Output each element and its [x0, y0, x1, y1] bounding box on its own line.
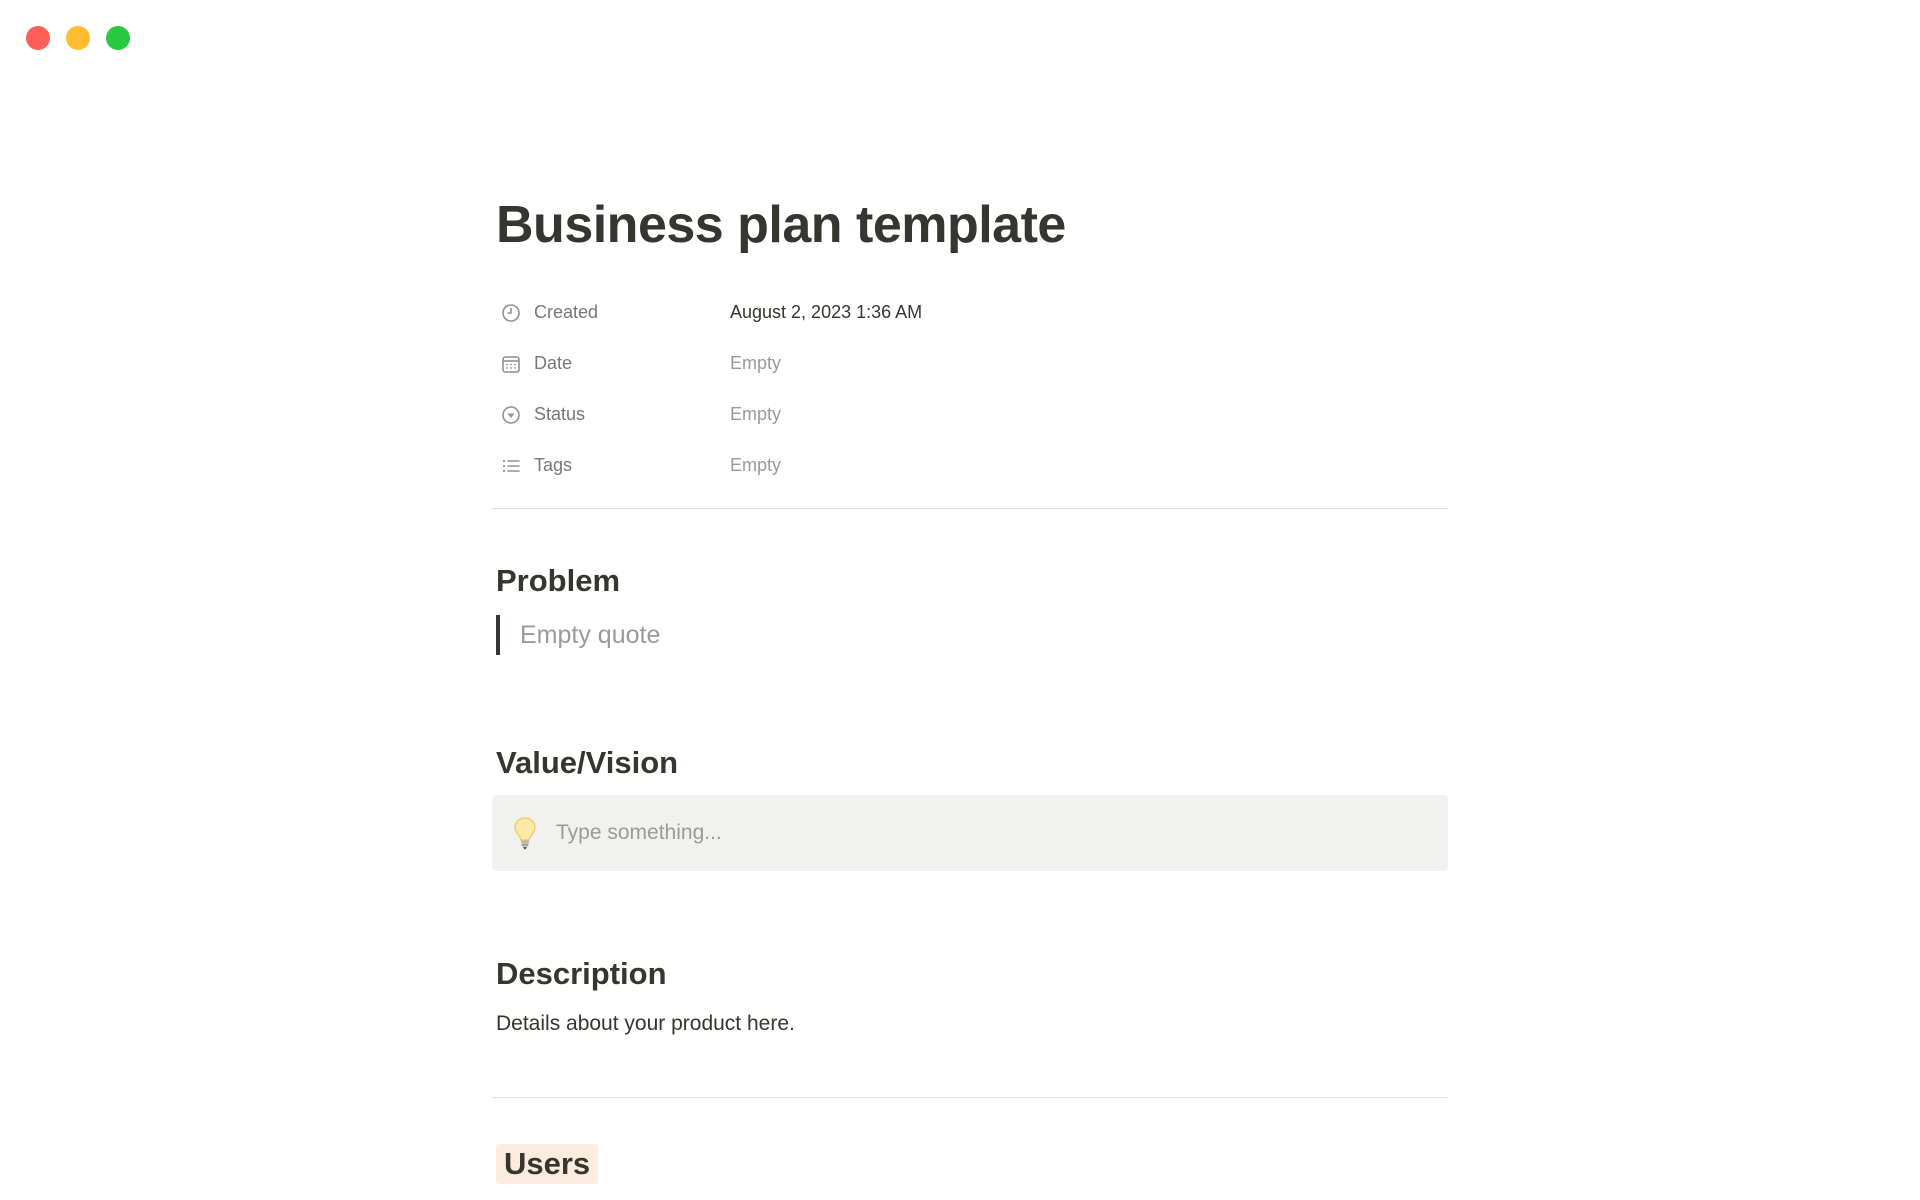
calendar-icon [500, 353, 522, 375]
divider [492, 508, 1448, 509]
description-text[interactable]: Details about your product here. [496, 1012, 795, 1036]
property-date[interactable]: Date Empty [496, 338, 1446, 389]
property-value-status[interactable]: Empty [730, 404, 781, 425]
property-tags[interactable]: Tags Empty [496, 440, 1446, 491]
divider [492, 1097, 1448, 1098]
heading-users[interactable]: Users [496, 1144, 599, 1184]
heading-value-vision[interactable]: Value/Vision [496, 745, 678, 781]
status-icon [500, 404, 522, 426]
close-window-button[interactable] [26, 26, 50, 50]
property-label: Created [534, 302, 599, 322]
property-status[interactable]: Status Empty [496, 389, 1446, 440]
property-label: Status [534, 404, 586, 424]
callout-placeholder: Type something... [556, 821, 722, 844]
notion-window: Business plan template Created August 2,… [0, 0, 1920, 1200]
zoom-window-button[interactable] [106, 26, 130, 50]
clock-icon [500, 302, 522, 324]
property-name-status[interactable]: Status [496, 404, 730, 426]
heading-problem[interactable]: Problem [496, 563, 620, 599]
window-controls [26, 26, 130, 50]
page-title[interactable]: Business plan template [496, 190, 1066, 260]
quote-placeholder: Empty quote [520, 620, 661, 649]
property-value-date[interactable]: Empty [730, 353, 781, 374]
property-created[interactable]: Created August 2, 2023 1:36 AM [496, 287, 1446, 338]
property-label: Date [534, 353, 573, 373]
property-name-date[interactable]: Date [496, 353, 730, 375]
minimize-window-button[interactable] [66, 26, 90, 50]
property-name-created[interactable]: Created [496, 302, 730, 324]
callout-block[interactable]: Type something... [492, 795, 1448, 871]
lightbulb-icon[interactable] [510, 815, 540, 851]
heading-description[interactable]: Description [496, 956, 667, 992]
list-icon [500, 455, 522, 477]
property-value-created: August 2, 2023 1:36 AM [730, 302, 923, 322]
property-label: Tags [534, 455, 573, 475]
property-name-tags[interactable]: Tags [496, 455, 730, 477]
quote-block[interactable]: Empty quote [496, 615, 660, 655]
properties-list: Created August 2, 2023 1:36 AM Date Empt… [496, 287, 1446, 491]
property-value-tags[interactable]: Empty [730, 455, 781, 476]
